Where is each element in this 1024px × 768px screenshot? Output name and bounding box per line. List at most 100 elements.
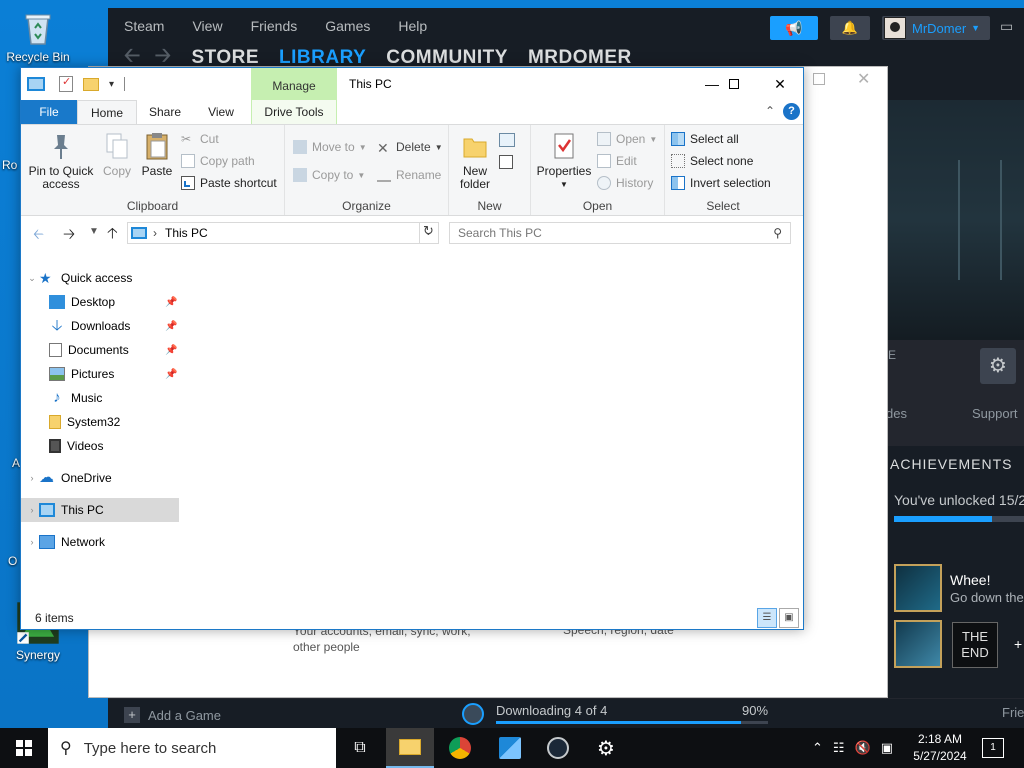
achievement-the-end-badge[interactable]: THE END — [952, 622, 998, 668]
new-folder-button[interactable]: New folder — [453, 131, 497, 191]
copy-to-button[interactable]: Copy to ▼ — [293, 165, 365, 185]
details-view-icon[interactable]: ☰ — [757, 608, 777, 628]
invert-selection-button[interactable]: Invert selection — [671, 173, 771, 193]
nav-item-system32[interactable]: System32 — [21, 410, 179, 434]
select-none-button[interactable]: Select none — [671, 151, 753, 171]
achievement-icon[interactable] — [894, 564, 942, 612]
properties-icon[interactable] — [59, 75, 73, 92]
select-all-button[interactable]: Select all — [671, 129, 739, 149]
taskbar-search-input[interactable]: ⚲ Type here to search — [48, 728, 336, 768]
recent-locations-icon[interactable]: ▼ — [89, 226, 99, 237]
game-settings-button[interactable]: ⚙ — [980, 348, 1016, 384]
pin-icon[interactable]: 📌 — [165, 321, 177, 332]
task-view-button[interactable]: ⧉ — [336, 728, 384, 768]
tab-home[interactable]: Home — [77, 100, 137, 124]
nav-quick-access[interactable]: ⌄ ★ Quick access — [21, 266, 179, 290]
notification-center-icon[interactable]: 1 — [982, 738, 1004, 758]
download-status[interactable]: Downloading 4 of 4 — [496, 703, 607, 718]
game-tab-support[interactable]: Support — [972, 406, 1018, 421]
taskbar-settings[interactable]: ⚙ — [582, 728, 630, 768]
address-bar[interactable]: › This PC ⌄ — [127, 222, 439, 244]
search-input[interactable]: Search This PC ⚲ — [449, 222, 791, 244]
cut-button[interactable]: ✂ Cut — [181, 129, 219, 149]
pin-icon[interactable]: 📌 — [165, 369, 177, 380]
download-icon[interactable] — [462, 703, 484, 725]
game-tab-partial[interactable]: des — [886, 406, 907, 421]
nav-item-desktop[interactable]: Desktop 📌 — [21, 290, 179, 314]
nav-item-documents[interactable]: Documents 📌 — [21, 338, 179, 362]
history-button[interactable]: History — [597, 173, 653, 193]
copy-button[interactable]: Copy — [97, 131, 137, 178]
desktop-icon-recycle-bin[interactable]: Recycle Bin — [0, 8, 76, 64]
expand-right-icon[interactable]: › — [25, 473, 39, 483]
nav-network[interactable]: › Network — [21, 530, 179, 554]
steam-menu-games[interactable]: Games — [325, 18, 370, 34]
monitor-icon[interactable]: ▭ — [1000, 18, 1013, 35]
pin-icon[interactable]: 📌 — [165, 345, 177, 356]
nav-item-downloads[interactable]: 🡣 Downloads 📌 — [21, 314, 179, 338]
manage-context-tab[interactable]: Manage — [251, 68, 337, 100]
friends-chat-button[interactable]: Frie — [1002, 705, 1024, 720]
steam-menu-friends[interactable]: Friends — [251, 18, 298, 34]
expand-right-icon[interactable]: › — [25, 505, 39, 515]
chevron-up-icon[interactable]: ⌃ — [765, 104, 775, 118]
close-button[interactable]: ✕ — [757, 72, 803, 96]
steam-menu-view[interactable]: View — [192, 18, 222, 34]
copy-path-button[interactable]: Copy path — [181, 151, 255, 171]
steam-menu-steam[interactable]: Steam — [124, 18, 164, 34]
rename-button[interactable]: Rename — [377, 165, 441, 185]
new-folder-icon[interactable] — [83, 77, 99, 91]
add-game-button[interactable]: + Add a Game — [124, 707, 221, 723]
steam-notifications-button[interactable]: 🔔 — [830, 16, 870, 40]
start-button[interactable] — [0, 728, 48, 768]
move-to-button[interactable]: Move to ▼ — [293, 137, 367, 157]
large-icons-view-icon[interactable]: ▣ — [779, 608, 799, 628]
taskbar-search-placeholder: Type here to search — [83, 739, 217, 757]
steam-user-menu[interactable]: MrDomer ▼ — [882, 16, 990, 40]
close-icon[interactable]: ✕ — [857, 69, 870, 89]
edit-button[interactable]: Edit — [597, 151, 637, 171]
easy-access-icon[interactable] — [499, 155, 513, 169]
nav-item-videos[interactable]: Videos — [21, 434, 179, 458]
properties-button[interactable]: Properties ▼ — [535, 131, 593, 191]
nav-item-pictures[interactable]: Pictures 📌 — [21, 362, 179, 386]
new-item-icon[interactable] — [499, 133, 515, 147]
volume-muted-icon[interactable]: 🔇 — [855, 740, 871, 756]
delete-button[interactable]: ✕ Delete ▼ — [377, 137, 443, 157]
nav-this-pc[interactable]: › This PC — [21, 498, 179, 522]
chevron-right-icon[interactable]: › — [153, 226, 157, 240]
steam-announcement-button[interactable]: 📢 — [770, 16, 818, 40]
refresh-icon[interactable]: ↻ — [419, 223, 437, 243]
achievements-more[interactable]: + — [1014, 636, 1022, 652]
expand-down-icon[interactable]: ⌄ — [25, 273, 39, 284]
taskbar-steam[interactable] — [534, 728, 582, 768]
tab-view[interactable]: View — [193, 100, 249, 124]
steam-menu-help[interactable]: Help — [398, 18, 427, 34]
taskbar-chrome[interactable] — [436, 728, 484, 768]
pin-icon[interactable]: 📌 — [165, 297, 177, 308]
tab-drive-tools[interactable]: Drive Tools — [251, 100, 337, 124]
network-icon[interactable]: ☷ — [833, 740, 845, 756]
tab-file[interactable]: File — [21, 100, 77, 124]
nav-item-music[interactable]: ♪ Music — [21, 386, 179, 410]
up-arrow-icon[interactable]: 🡡 — [107, 223, 118, 248]
maximize-button[interactable] — [711, 72, 757, 96]
expand-right-icon[interactable]: › — [25, 537, 39, 547]
pin-to-quick-access-button[interactable]: Pin to Quick access — [27, 131, 95, 191]
chevron-up-icon[interactable]: ⌃ — [812, 740, 823, 756]
open-button[interactable]: Open ▼ — [597, 129, 657, 149]
maximize-icon[interactable] — [813, 73, 825, 85]
achievement-icon[interactable] — [894, 620, 942, 668]
customize-toolbar-icon[interactable]: ▾ — [109, 79, 114, 90]
paste-shortcut-button[interactable]: Paste shortcut — [181, 173, 277, 193]
device-icon[interactable]: ▣ — [881, 740, 893, 756]
help-icon[interactable]: ? — [783, 103, 800, 120]
taskbar-file-explorer[interactable] — [386, 728, 434, 768]
this-pc-icon[interactable] — [27, 77, 45, 91]
forward-arrow-icon[interactable]: 🡢 — [63, 224, 75, 249]
taskbar-clock[interactable]: 2:18 AM 5/27/2024 — [908, 731, 972, 765]
nav-onedrive[interactable]: › ☁ OneDrive — [21, 466, 179, 490]
taskbar-photos[interactable] — [486, 728, 534, 768]
paste-button[interactable]: Paste — [137, 131, 177, 178]
tab-share[interactable]: Share — [137, 100, 193, 124]
